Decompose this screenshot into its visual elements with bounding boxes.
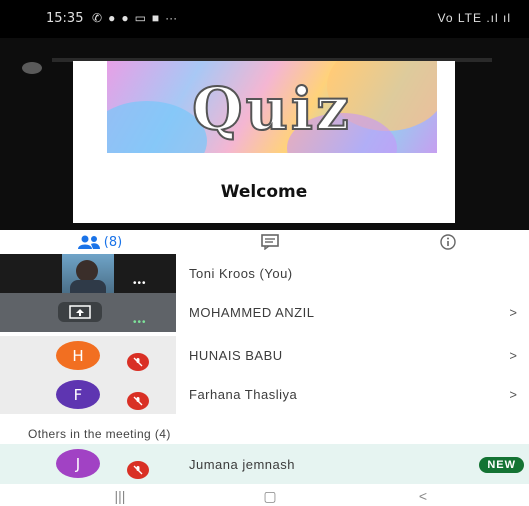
recents-button[interactable]: |||	[105, 486, 135, 506]
participant-avatar-tile: J	[0, 444, 176, 484]
participant-name: MOHAMMED ANZIL	[189, 305, 315, 320]
avatar: F	[56, 380, 100, 409]
messenger-icon: ●	[121, 11, 129, 25]
chevron-right-icon[interactable]: >	[509, 336, 517, 375]
audio-indicator-icon: •••	[133, 317, 147, 328]
participant-avatar-tile: H	[0, 336, 176, 375]
participant-row[interactable]: ••• Toni Kroos (You)	[0, 254, 529, 293]
participant-video-thumb: •••	[0, 254, 176, 293]
more-icon: ···	[165, 11, 178, 25]
participant-video-thumb: •••	[0, 293, 176, 332]
participant-row[interactable]: H HUNAIS BABU >	[0, 336, 529, 375]
participant-name: Farhana Thasliya	[189, 387, 298, 402]
camera-indicator	[22, 62, 42, 74]
participant-name: HUNAIS BABU	[189, 348, 283, 363]
back-button[interactable]: <	[408, 486, 438, 506]
others-section-label: Others in the meeting (4)	[28, 427, 171, 441]
tab-chat[interactable]	[255, 230, 285, 254]
presenting-icon	[58, 302, 102, 322]
participant-row[interactable]: ••• MOHAMMED ANZIL >	[0, 293, 529, 332]
clock: 15:35	[46, 11, 84, 26]
people-icon	[77, 235, 100, 249]
slide-subtitle: Welcome	[220, 182, 308, 202]
new-badge: NEW	[479, 457, 524, 473]
signal-indicators: Vo LTE .ıl ıl	[437, 11, 511, 25]
participant-row[interactable]: F Farhana Thasliya >	[0, 375, 529, 414]
more-options-icon[interactable]: •••	[133, 278, 147, 289]
chevron-right-icon[interactable]: >	[509, 375, 517, 414]
chevron-right-icon[interactable]: >	[509, 293, 517, 332]
participant-name: Jumana jemnash	[189, 456, 295, 472]
presentation-slide: Quiz Welcome	[73, 61, 455, 223]
participant-avatar-tile: F	[0, 375, 176, 414]
tab-info[interactable]	[433, 230, 463, 254]
mail-icon: ■	[151, 11, 160, 25]
participant-name: Toni Kroos (You)	[189, 266, 293, 281]
sim-icon: ▭	[134, 11, 146, 25]
home-button[interactable]: ▢	[255, 486, 285, 506]
tab-people[interactable]: (8)	[60, 230, 140, 256]
participant-row[interactable]: J Jumana jemnash NEW	[0, 444, 529, 484]
avatar: H	[56, 341, 100, 370]
notification-icons: ✆ ● ● ▭ ■ ···	[92, 11, 177, 25]
presentation-stage[interactable]: Quiz Welcome	[0, 38, 529, 230]
whatsapp-icon: ✆	[92, 11, 103, 25]
mic-off-icon	[127, 353, 149, 371]
system-nav-bar: ||| ▢ <	[0, 486, 529, 506]
banner-text: Quiz	[191, 74, 352, 144]
self-video-feed	[62, 254, 114, 293]
info-icon	[440, 234, 456, 250]
mic-off-icon	[127, 461, 149, 479]
status-bar: 15:35 ✆ ● ● ▭ ■ ··· Vo LTE .ıl ıl	[0, 0, 529, 38]
mic-off-icon	[127, 392, 149, 410]
avatar: J	[56, 449, 100, 478]
people-count: (8)	[103, 234, 123, 250]
meeting-tabs: (8)	[0, 230, 529, 256]
chat-icon	[261, 234, 279, 250]
quiz-banner-image: Quiz	[107, 61, 437, 153]
messenger-icon: ●	[108, 11, 116, 25]
